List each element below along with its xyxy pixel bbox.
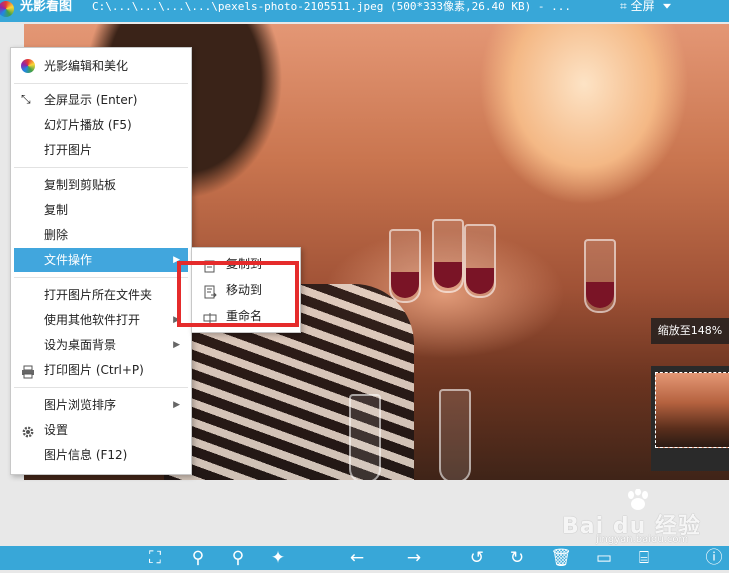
menu-item-label: 打开图片 (44, 143, 93, 157)
rotate-left-icon[interactable]: ↺ (465, 549, 489, 573)
printer-icon (21, 363, 35, 379)
watermark-url: jingyan.baidu.com (596, 534, 689, 545)
window-title-file-path: C:\...\...\...\...\pexels-photo-2105511.… (92, 0, 571, 13)
menu-item-label: 文件操作 (44, 253, 93, 267)
crop-icon[interactable]: ⌸ (632, 549, 656, 573)
navigator-panel[interactable] (651, 366, 729, 471)
menu-item-label: 图片浏览排序 (44, 398, 117, 412)
menu-item-sort[interactable]: 图片浏览排序 ▶ (14, 393, 188, 417)
menu-item-open-with[interactable]: 使用其他软件打开 ▶ (14, 308, 188, 332)
annotation-highlight-box (177, 261, 299, 327)
menu-item-label: 打开图片所在文件夹 (44, 288, 153, 302)
zoom-in-icon[interactable]: ⚲ (186, 549, 210, 573)
title-bar: 光影看图 C:\...\...\...\...\pexels-photo-210… (0, 0, 729, 22)
fullscreen-button[interactable]: ⌗ 全屏 ⏷ (620, 0, 672, 15)
navigator-thumbnail[interactable] (655, 372, 729, 448)
menu-item-fullscreen[interactable]: ⤡ 全屏显示 (Enter) (14, 88, 188, 112)
menu-item-image-info[interactable]: 图片信息 (F12) (14, 443, 188, 467)
menu-item-open-folder[interactable]: 打开图片所在文件夹 (14, 283, 188, 307)
menu-item-label: 全屏显示 (Enter) (44, 93, 138, 107)
menu-separator (14, 387, 188, 388)
menu-item-label: 复制 (44, 203, 69, 217)
menu-item-open-image[interactable]: 打开图片 (14, 138, 188, 162)
photo-detail (349, 394, 381, 480)
menu-item-file-operations[interactable]: 文件操作 ▶ (14, 248, 188, 272)
next-icon[interactable]: → (402, 549, 426, 573)
folder-icon[interactable]: ▭ (592, 549, 616, 573)
prev-icon[interactable]: ← (345, 549, 369, 573)
fit-icon[interactable]: ⛶ (143, 549, 167, 573)
menu-item-label: 图片信息 (F12) (44, 448, 128, 462)
app-name: 光影看图 (20, 0, 73, 14)
rotate-right-icon[interactable]: ↻ (505, 549, 529, 573)
menu-item-label: 使用其他软件打开 (44, 313, 141, 327)
context-menu: 光影编辑和美化 ⤡ 全屏显示 (Enter) 幻灯片播放 (F5) 打开图片 复… (10, 47, 192, 475)
menu-item-label: 幻灯片播放 (F5) (44, 118, 132, 132)
menu-item-copy-to-clipboard[interactable]: 复制到剪贴板 (14, 173, 188, 197)
submenu-arrow-icon: ▶ (173, 340, 180, 350)
menu-item-settings[interactable]: 设置 (14, 418, 188, 442)
info-icon[interactable]: ⓘ (702, 549, 726, 573)
color-wheel-icon (21, 59, 35, 73)
fullscreen-label: 全屏 (630, 0, 655, 13)
menu-item-set-wallpaper[interactable]: 设为桌面背景 ▶ (14, 333, 188, 357)
menu-separator (14, 83, 188, 84)
menu-item-edit-beautify[interactable]: 光影编辑和美化 (14, 54, 188, 78)
zoom-out-icon[interactable]: ⚲ (226, 549, 250, 573)
zoom-level-tooltip: 缩放至148% (651, 318, 729, 344)
magic-wand-icon[interactable]: ✦ (266, 549, 290, 573)
menu-item-label: 光影编辑和美化 (44, 59, 129, 73)
submenu-arrow-icon: ▶ (173, 400, 180, 410)
menu-item-slideshow[interactable]: 幻灯片播放 (F5) (14, 113, 188, 137)
menu-item-label: 设置 (44, 423, 69, 437)
bottom-toolbar: ⛶ ⚲ ⚲ ✦ ← → ↺ ↻ 🗑 ▭ ⌸ ⓘ (0, 546, 729, 570)
menu-item-copy[interactable]: 复制 (14, 198, 188, 222)
gear-icon (21, 423, 35, 438)
menu-item-delete[interactable]: 删除 (14, 223, 188, 247)
menu-item-label: 删除 (44, 228, 69, 242)
menu-item-label: 复制到剪贴板 (44, 178, 117, 192)
menu-item-label: 设为桌面背景 (44, 338, 117, 352)
photo-detail (439, 389, 471, 480)
menu-separator (14, 167, 188, 168)
menu-separator (14, 277, 188, 278)
delete-icon[interactable]: 🗑 (549, 549, 573, 573)
fullscreen-icon: ⤡ (21, 92, 31, 106)
menu-item-label: 打印图片 (Ctrl+P) (44, 363, 144, 377)
app-logo-icon (0, 1, 14, 17)
menu-item-print[interactable]: 打印图片 (Ctrl+P) (14, 358, 188, 382)
